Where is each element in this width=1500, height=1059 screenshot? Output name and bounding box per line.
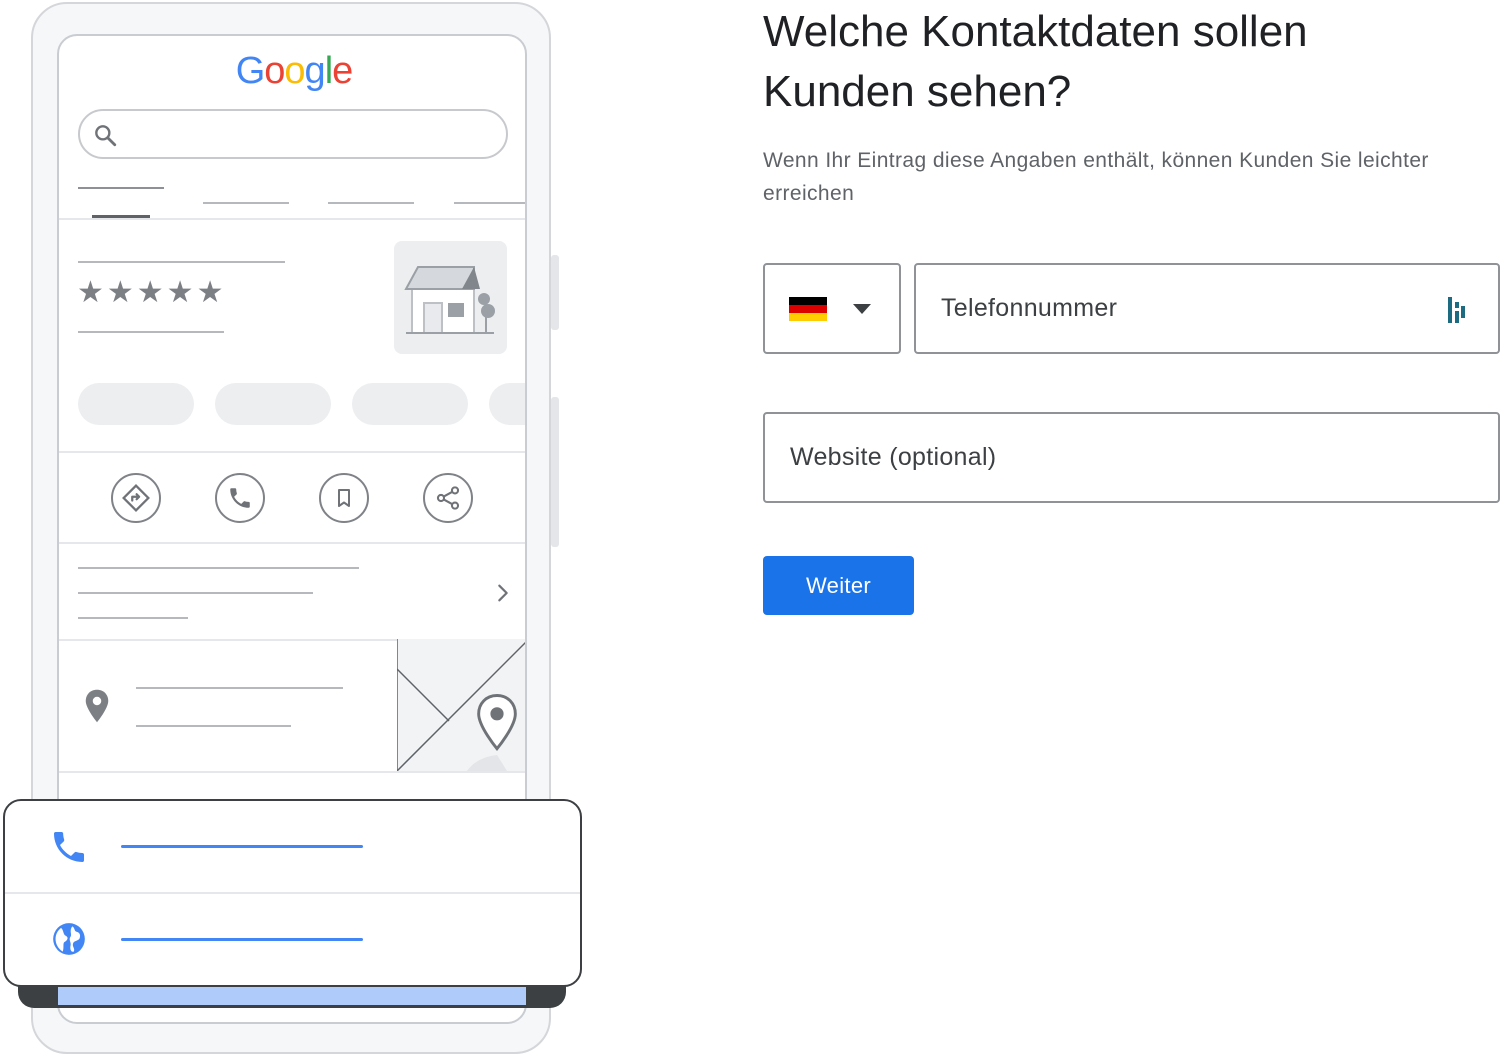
contact-card	[3, 799, 582, 987]
phone-icon	[230, 488, 250, 508]
next-button[interactable]: Weiter	[763, 556, 914, 615]
highlight-strip	[58, 985, 526, 1005]
chip-placeholder	[489, 383, 525, 425]
tab-placeholder	[454, 202, 525, 204]
search-icon	[95, 125, 117, 147]
directions-icon	[122, 484, 150, 512]
divider	[59, 451, 525, 453]
text-placeholder	[136, 687, 343, 689]
rating-stars: ★★★★★	[77, 276, 227, 309]
page-title: Welche Kontaktdaten sollen Kunden sehen?	[763, 7, 1308, 116]
website-line	[121, 938, 363, 941]
tab-placeholder	[78, 187, 164, 189]
share-button	[423, 473, 473, 523]
save-button	[319, 473, 369, 523]
share-icon	[436, 486, 460, 510]
tab-placeholder	[328, 202, 414, 204]
phone-side-button	[551, 397, 559, 547]
storefront-icon	[404, 266, 495, 334]
phone-side-button	[551, 255, 559, 330]
business-photo	[394, 241, 507, 354]
chip-placeholder	[78, 383, 194, 425]
location-pin-icon	[85, 689, 109, 723]
text-placeholder	[78, 331, 224, 333]
dropdown-arrow-icon	[853, 304, 871, 314]
germany-flag-icon	[789, 297, 827, 321]
phone-line	[121, 845, 363, 848]
website-input[interactable]: Website (optional)	[763, 412, 1500, 503]
search-bar	[78, 109, 508, 159]
call-button	[215, 473, 265, 523]
chevron-right-icon	[498, 584, 508, 602]
phone-number-placeholder: Telefonnummer	[941, 294, 1118, 322]
password-manager-icon[interactable]	[1448, 297, 1466, 323]
directions-button	[111, 473, 161, 523]
tab-placeholder	[203, 202, 289, 204]
map-thumbnail	[397, 639, 525, 771]
divider	[59, 542, 525, 544]
bookmark-icon	[338, 489, 350, 507]
divider	[5, 892, 580, 894]
chip-placeholder	[215, 383, 331, 425]
text-placeholder	[136, 725, 291, 727]
text-placeholder	[78, 617, 188, 619]
phone-number-input[interactable]: Telefonnummer	[914, 263, 1500, 354]
phone-icon	[54, 832, 84, 862]
divider	[59, 218, 525, 220]
google-logo: Google	[235, 50, 354, 92]
text-placeholder	[78, 592, 313, 594]
country-code-select[interactable]	[763, 263, 901, 354]
map-marker-icon	[477, 694, 517, 751]
chip-placeholder	[352, 383, 468, 425]
page-subtitle: Wenn Ihr Eintrag diese Angaben enthält, …	[763, 149, 1429, 205]
globe-icon	[53, 923, 85, 955]
text-placeholder	[78, 567, 359, 569]
title-placeholder	[78, 261, 285, 263]
website-placeholder: Website (optional)	[790, 443, 997, 471]
divider	[59, 771, 525, 773]
